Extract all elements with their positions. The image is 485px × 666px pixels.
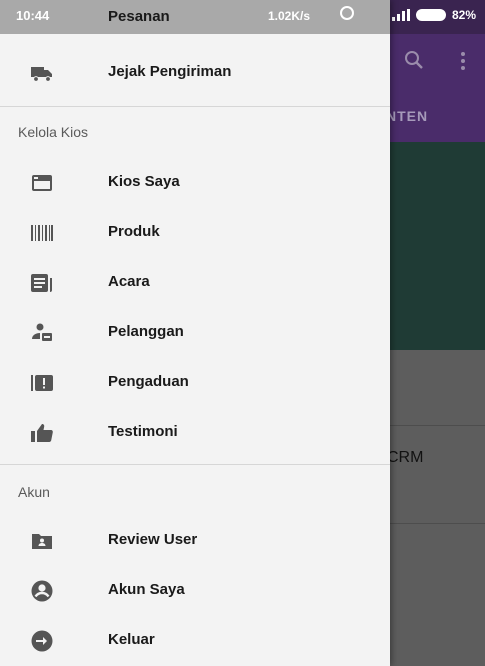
- thumb-up-icon: [31, 424, 53, 442]
- section-header-kelola-kios: Kelola Kios: [18, 124, 89, 140]
- status-icons-left: [340, 6, 354, 20]
- alarm-icon: [340, 6, 354, 20]
- drawer-item-label: Testimoni: [108, 423, 178, 440]
- drawer-item-label: Akun Saya: [108, 581, 185, 598]
- drawer-item-label: Produk: [108, 223, 160, 240]
- account-circle-icon: [31, 580, 53, 602]
- background-tab-label[interactable]: NTEN: [386, 108, 428, 124]
- drawer-item-pelanggan[interactable]: Pelanggan: [0, 308, 390, 358]
- divider: [0, 464, 390, 465]
- drawer-header-title: Pesanan: [108, 8, 170, 25]
- drawer-item-keluar[interactable]: Keluar: [0, 616, 390, 666]
- drawer-item-testimoni[interactable]: Testimoni: [0, 408, 390, 458]
- more-vert-icon[interactable]: [460, 52, 466, 70]
- drawer-item-label: Pelanggan: [108, 323, 184, 340]
- drawer-item-label: Acara: [108, 273, 150, 290]
- logout-icon: [31, 630, 53, 652]
- search-icon[interactable]: [402, 48, 426, 72]
- drawer-item-label: Jejak Pengiriman: [108, 63, 232, 80]
- barcode-icon: [31, 225, 53, 241]
- signal-icon: [392, 9, 410, 21]
- drawer-item-kios-saya[interactable]: Kios Saya: [0, 158, 390, 208]
- section-header-akun: Akun: [18, 484, 50, 500]
- background-divider: [390, 523, 485, 524]
- drawer-item-jejak-pengiriman[interactable]: Jejak Pengiriman: [0, 48, 390, 98]
- drawer-item-pengaduan[interactable]: Pengaduan: [0, 358, 390, 408]
- drawer-item-acara[interactable]: Acara: [0, 258, 390, 308]
- toolbar-actions: [390, 48, 485, 78]
- navigation-drawer: 10:44 Pesanan 1.02K/s Jejak Pengiriman K…: [0, 0, 390, 666]
- truck-icon: [31, 67, 52, 82]
- drawer-item-review-user[interactable]: Review User: [0, 516, 390, 566]
- battery-icon: [416, 9, 446, 21]
- review-user-icon: [32, 534, 52, 549]
- drawer-item-akun-saya[interactable]: Akun Saya: [0, 566, 390, 616]
- network-speed: 1.02K/s: [268, 9, 311, 23]
- status-time: 10:44: [16, 8, 50, 23]
- background-list-item-text[interactable]: CRM: [387, 449, 423, 467]
- battery-percent: 82%: [452, 8, 477, 22]
- drawer-item-label: Pengaduan: [108, 373, 189, 390]
- status-bar: 10:44 Pesanan 1.02K/s: [0, 0, 390, 34]
- divider: [0, 106, 390, 107]
- status-icons: 82%: [392, 8, 476, 22]
- drawer-item-label: Review User: [108, 531, 198, 548]
- drawer-item-label: Keluar: [108, 631, 155, 648]
- store-icon: [32, 175, 52, 191]
- drawer-item-produk[interactable]: Produk: [0, 208, 390, 258]
- event-icon: [31, 274, 52, 292]
- drawer-item-label: Kios Saya: [108, 173, 180, 190]
- background-divider: [390, 425, 485, 426]
- customer-icon: [32, 323, 52, 341]
- complaint-icon: [31, 375, 53, 391]
